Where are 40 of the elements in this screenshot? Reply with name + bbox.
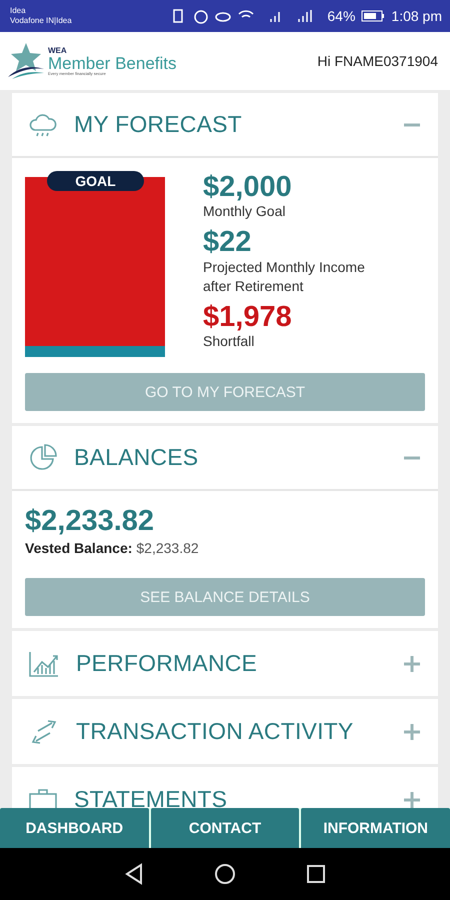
clock: 1:08 pm bbox=[391, 8, 442, 24]
battery-percent: 64% bbox=[327, 8, 356, 24]
section-card[interactable]: PERFORMANCE bbox=[12, 631, 438, 696]
cloud-rain-icon bbox=[28, 112, 58, 138]
brand-name: Member Benefits bbox=[48, 54, 176, 72]
nav-tab[interactable]: INFORMATION bbox=[301, 808, 450, 848]
plus-icon[interactable] bbox=[404, 792, 420, 808]
nav-tab[interactable]: DASHBOARD bbox=[0, 808, 149, 848]
amount-label: Projected Monthly Income after Retirement bbox=[203, 258, 366, 296]
briefcase-icon bbox=[28, 786, 58, 808]
plus-icon[interactable] bbox=[404, 656, 420, 672]
plus-icon[interactable] bbox=[404, 724, 420, 740]
section-title: PERFORMANCE bbox=[76, 650, 258, 677]
carrier-name: Idea bbox=[10, 6, 27, 16]
amount-label: Shortfall bbox=[203, 332, 256, 351]
pie-chart-icon bbox=[28, 442, 58, 472]
star-swoosh-logo-icon bbox=[6, 41, 46, 81]
brand-name: WEA bbox=[48, 46, 68, 54]
amount: $2,000 bbox=[203, 172, 293, 202]
section-title: STATEMENTS bbox=[74, 786, 228, 808]
balance-amount: $2,233.82 bbox=[25, 505, 156, 538]
amount: $1,978 bbox=[203, 302, 293, 332]
back-icon[interactable] bbox=[124, 863, 144, 885]
greeting: Hi FNAME0371904 bbox=[317, 53, 438, 69]
amount-label: Monthly Goal bbox=[203, 202, 286, 222]
section-title: TRANSACTION ACTIVITY bbox=[76, 718, 354, 745]
section-title: MY FORECAST bbox=[74, 111, 243, 138]
carrier-name: Vodafone IN|Idea bbox=[10, 16, 72, 26]
section-card[interactable]: STATEMENTS bbox=[12, 767, 438, 808]
vested-value: $2,233.82 bbox=[136, 540, 199, 556]
home-icon[interactable] bbox=[214, 863, 236, 885]
recents-icon[interactable] bbox=[306, 864, 326, 884]
goal-badge: GOAL bbox=[47, 171, 144, 191]
nav-tab[interactable]: CONTACT bbox=[150, 808, 300, 848]
amount: $22 bbox=[203, 227, 252, 258]
battery-icon bbox=[361, 10, 386, 22]
section-title: BALANCES bbox=[74, 444, 200, 471]
vested-label: Vested Balance: bbox=[25, 540, 132, 556]
bar-chart-icon bbox=[28, 650, 60, 678]
section-card[interactable]: TRANSACTION ACTIVITY bbox=[12, 699, 438, 764]
